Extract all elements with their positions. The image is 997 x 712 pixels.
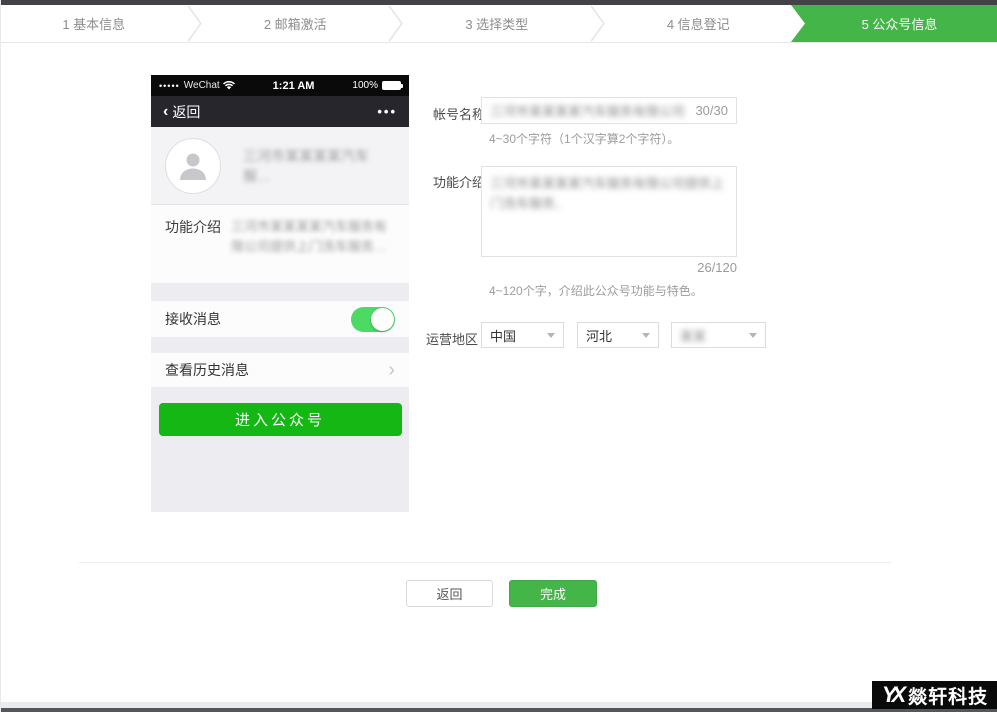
country-value: 中国 — [490, 326, 516, 345]
account-name-value: 三河市某某某某汽车服务有限公司 — [490, 101, 689, 120]
phone-status-bar: ••••• WeChat 1:21 AM 100% — [151, 75, 409, 96]
country-select[interactable]: 中国 — [481, 322, 564, 348]
step-separator-icon — [388, 5, 404, 42]
more-options-icon[interactable]: ••• — [377, 104, 397, 119]
wifi-icon — [223, 80, 235, 91]
vendor-logo-text: 燚轩科技 — [908, 682, 988, 709]
phone-back-label[interactable]: 返回 — [172, 102, 200, 122]
phone-intro-row: 功能介绍 三河市某某某某汽车服务有限公司提供上门洗车服务… — [151, 205, 409, 283]
account-name-counter: 30/30 — [695, 103, 728, 118]
province-value: 河北 — [586, 326, 612, 345]
toggle-knob — [371, 308, 394, 331]
step-email-activation: 2 邮箱激活 — [203, 5, 389, 42]
function-intro-label: 功能介绍 — [433, 172, 485, 191]
chevron-right-icon: › — [388, 360, 395, 380]
caret-down-icon — [547, 333, 555, 338]
enter-account-button[interactable]: 进入公众号 — [159, 403, 402, 436]
city-value: 某某 — [680, 326, 706, 345]
phone-nav-bar: ‹ 返回 ••• — [151, 96, 409, 127]
account-name-hint: 4~30个字符（1个汉字算2个字符）。 — [489, 130, 679, 147]
phone-receive-row: 接收消息 — [151, 301, 409, 337]
caret-down-icon — [749, 333, 757, 338]
signal-dots-icon: ••••• — [159, 81, 180, 91]
phone-history-row[interactable]: 查看历史消息 › — [151, 353, 409, 387]
function-intro-textarea[interactable]: 三河市某某某某汽车服务有限公司提供上门洗车服务.. — [481, 166, 737, 257]
receive-message-label: 接收消息 — [165, 309, 221, 329]
vendor-logo: YX 燚轩科技 — [872, 681, 997, 709]
function-intro-counter: 26/120 — [481, 260, 737, 275]
phone-intro-text: 三河市某某某某汽车服务有限公司提供上门洗车服务… — [231, 217, 389, 271]
phone-bottom-area: 进入公众号 — [151, 387, 409, 512]
avatar — [165, 138, 221, 194]
history-message-label: 查看历史消息 — [165, 360, 249, 380]
step-account-info-active: 5 公众号信息 — [791, 5, 997, 42]
step-separator-icon — [590, 5, 606, 42]
finish-button[interactable]: 完成 — [509, 580, 597, 607]
function-intro-value: 三河市某某某某汽车服务有限公司提供上门洗车服务.. — [490, 176, 724, 211]
wizard-stepper: 1 基本信息 2 邮箱激活 3 选择类型 4 信息登记 5 公众号信息 — [1, 5, 997, 43]
region-label: 运营地区 — [426, 329, 478, 348]
city-select[interactable]: 某某 — [671, 322, 766, 348]
step-separator-icon — [187, 5, 203, 42]
clock-label: 1:21 AM — [235, 80, 353, 92]
step-choose-type: 3 选择类型 — [404, 5, 590, 42]
account-name-input[interactable]: 三河市某某某某汽车服务有限公司 30/30 — [481, 97, 737, 124]
function-intro-hint: 4~120个字，介绍此公众号功能与特色。 — [489, 282, 703, 299]
back-button[interactable]: 返回 — [406, 580, 493, 607]
back-chevron-icon[interactable]: ‹ — [163, 103, 168, 121]
account-name-preview: 三河市某某某某汽车服… — [243, 146, 395, 186]
carrier-label: WeChat — [184, 80, 220, 91]
actions-divider — [79, 562, 891, 563]
step-info-registration: 4 信息登记 — [606, 5, 792, 42]
window-bottom-edge — [1, 708, 997, 712]
battery-percent-label: 100% — [352, 80, 378, 91]
phone-intro-label: 功能介绍 — [165, 217, 231, 271]
caret-down-icon — [642, 333, 650, 338]
phone-section-gap — [151, 337, 409, 353]
phone-profile-row: 三河市某某某某汽车服… — [151, 127, 409, 205]
battery-icon — [382, 81, 401, 90]
yx-logo-icon: YX — [882, 682, 901, 708]
province-select[interactable]: 河北 — [577, 322, 659, 348]
account-name-label: 帐号名称 — [433, 104, 485, 123]
phone-preview: ••••• WeChat 1:21 AM 100% ‹ 返回 ••• 三河市某某… — [151, 75, 409, 512]
step-basic-info: 1 基本信息 — [1, 5, 187, 42]
registration-page: 1 基本信息 2 邮箱激活 3 选择类型 4 信息登记 5 公众号信息 ••••… — [0, 0, 997, 712]
phone-section-gap — [151, 283, 409, 301]
receive-message-toggle[interactable] — [351, 307, 395, 332]
